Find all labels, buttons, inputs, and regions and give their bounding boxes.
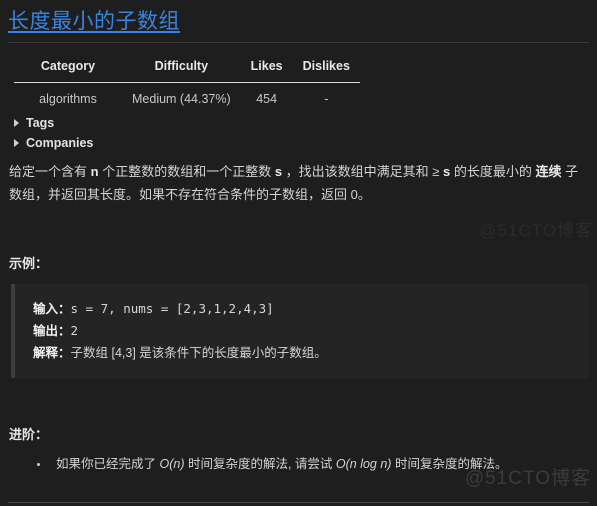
collapsible-tags-label: Tags (26, 116, 55, 130)
desc-emphasis-continuous: 连续 (535, 164, 562, 179)
example-output-label: 输出： (33, 324, 71, 338)
table-header-row: Category Difficulty Likes Dislikes (14, 55, 360, 83)
advanced-complexity-1: O(n) (159, 457, 185, 471)
column-header-dislikes: Dislikes (292, 55, 360, 83)
list-item: 如果你已经完成了 O(n) 时间复杂度的解法, 请尝试 O(n log n) 时… (50, 454, 589, 474)
example-code-block: 输入：s = 7, nums = [2,3,1,2,4,3] 输出：2 解释：子… (11, 284, 589, 378)
desc-var-s: s (274, 164, 283, 179)
column-header-difficulty: Difficulty (122, 55, 241, 83)
column-header-category: Category (14, 55, 122, 83)
watermark-middle: @51CTO博客 (479, 221, 593, 240)
title-container: 长度最小的子数组 (8, 0, 589, 35)
table-row: algorithms Medium (44.37%) 454 - (14, 83, 360, 111)
problem-meta-table: Category Difficulty Likes Dislikes algor… (14, 55, 360, 110)
desc-part1: 给定一个含有 (9, 164, 91, 179)
example-input-label: 输入： (33, 302, 71, 316)
advanced-list: 如果你已经完成了 O(n) 时间复杂度的解法, 请尝试 O(n log n) 时… (8, 454, 589, 474)
example-input-value: s = 7, nums = [2,3,1,2,4,3] (70, 301, 274, 316)
desc-part3: ，找出该数组中满足其和 ≥ (282, 164, 444, 179)
advanced-part3: 时间复杂度的解法。 (391, 457, 508, 471)
example-explanation-label: 解释： (33, 346, 71, 360)
triangle-right-icon (14, 119, 19, 127)
problem-description: 给定一个含有 n 个正整数的数组和一个正整数 s ，找出该数组中满足其和 ≥ s… (9, 160, 589, 206)
example-explanation-value: 子数组 [4,3] 是该条件下的长度最小的子数组。 (70, 346, 327, 360)
desc-part4: 的长度最小的 (450, 164, 536, 179)
problem-title-link[interactable]: 长度最小的子数组 (8, 9, 180, 35)
cell-category: algorithms (39, 92, 97, 106)
advanced-part1: 如果你已经完成了 (56, 457, 160, 471)
cell-dislikes: - (324, 92, 329, 106)
advanced-complexity-2: O(n log n) (335, 457, 392, 471)
title-divider (8, 42, 589, 43)
advanced-heading: 进阶： (9, 427, 49, 442)
column-header-likes: Likes (240, 55, 293, 83)
example-heading: 示例： (9, 256, 49, 271)
collapsible-companies-label: Companies (26, 136, 94, 150)
collapsible-tags[interactable]: Tags (14, 114, 589, 132)
cell-difficulty: Medium (44.37%) (132, 92, 231, 106)
triangle-right-icon (14, 139, 19, 147)
example-output-value: 2 (70, 323, 79, 338)
problem-page: 长度最小的子数组 Category Difficulty Likes Disli… (0, 0, 597, 506)
cell-likes: 454 (256, 92, 278, 106)
collapsible-companies[interactable]: Companies (14, 134, 589, 152)
advanced-part2: 时间复杂度的解法, 请尝试 (184, 457, 336, 471)
bottom-divider (8, 502, 589, 503)
desc-var-n: n (90, 164, 99, 179)
desc-part2: 个正整数的数组和一个正整数 (98, 164, 275, 179)
